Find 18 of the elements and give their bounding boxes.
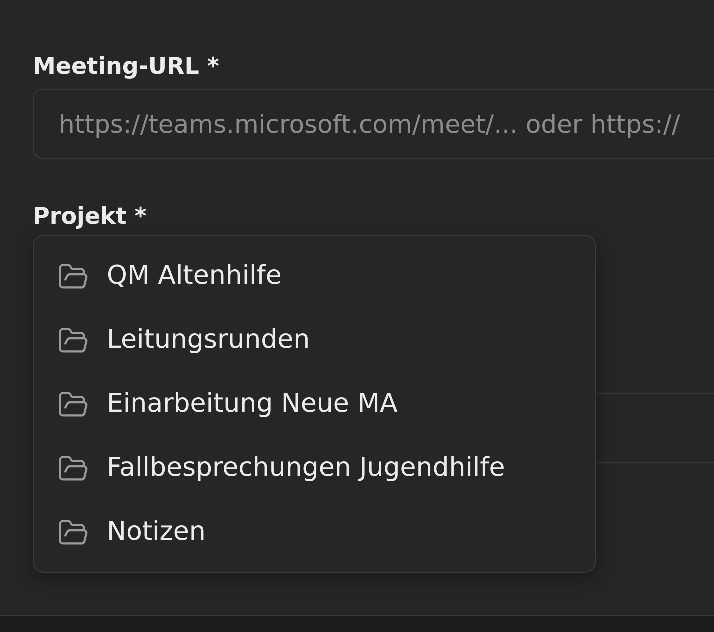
option-label: QM Altenhilfe [107, 261, 282, 291]
option-label: Notizen [107, 517, 206, 547]
dropdown-option[interactable]: Fallbesprechungen Jugendhilfe [42, 436, 587, 500]
folder-icon [59, 520, 88, 544]
option-label: Fallbesprechungen Jugendhilfe [107, 453, 506, 483]
dropdown-option[interactable]: QM Altenhilfe [42, 244, 587, 308]
folder-icon [59, 392, 88, 416]
url-input-field[interactable]: https://teams.microsoft.com/meet/... oder https:// [33, 89, 714, 159]
dropdown-option[interactable]: Leitungsrunden [42, 308, 587, 372]
folder-icon [59, 264, 88, 288]
field-label: Meeting-URL * [33, 53, 220, 81]
option-label: Einarbeitung Neue MA [107, 389, 398, 419]
option-label: Leitungsrunden [107, 325, 310, 355]
folder-icon [59, 328, 88, 352]
dropdown-option[interactable]: Einarbeitung Neue MA [42, 372, 587, 436]
dropdown-option[interactable]: Notizen [42, 500, 587, 564]
field-label: Projekt * [33, 203, 147, 231]
folder-icon [59, 456, 88, 480]
